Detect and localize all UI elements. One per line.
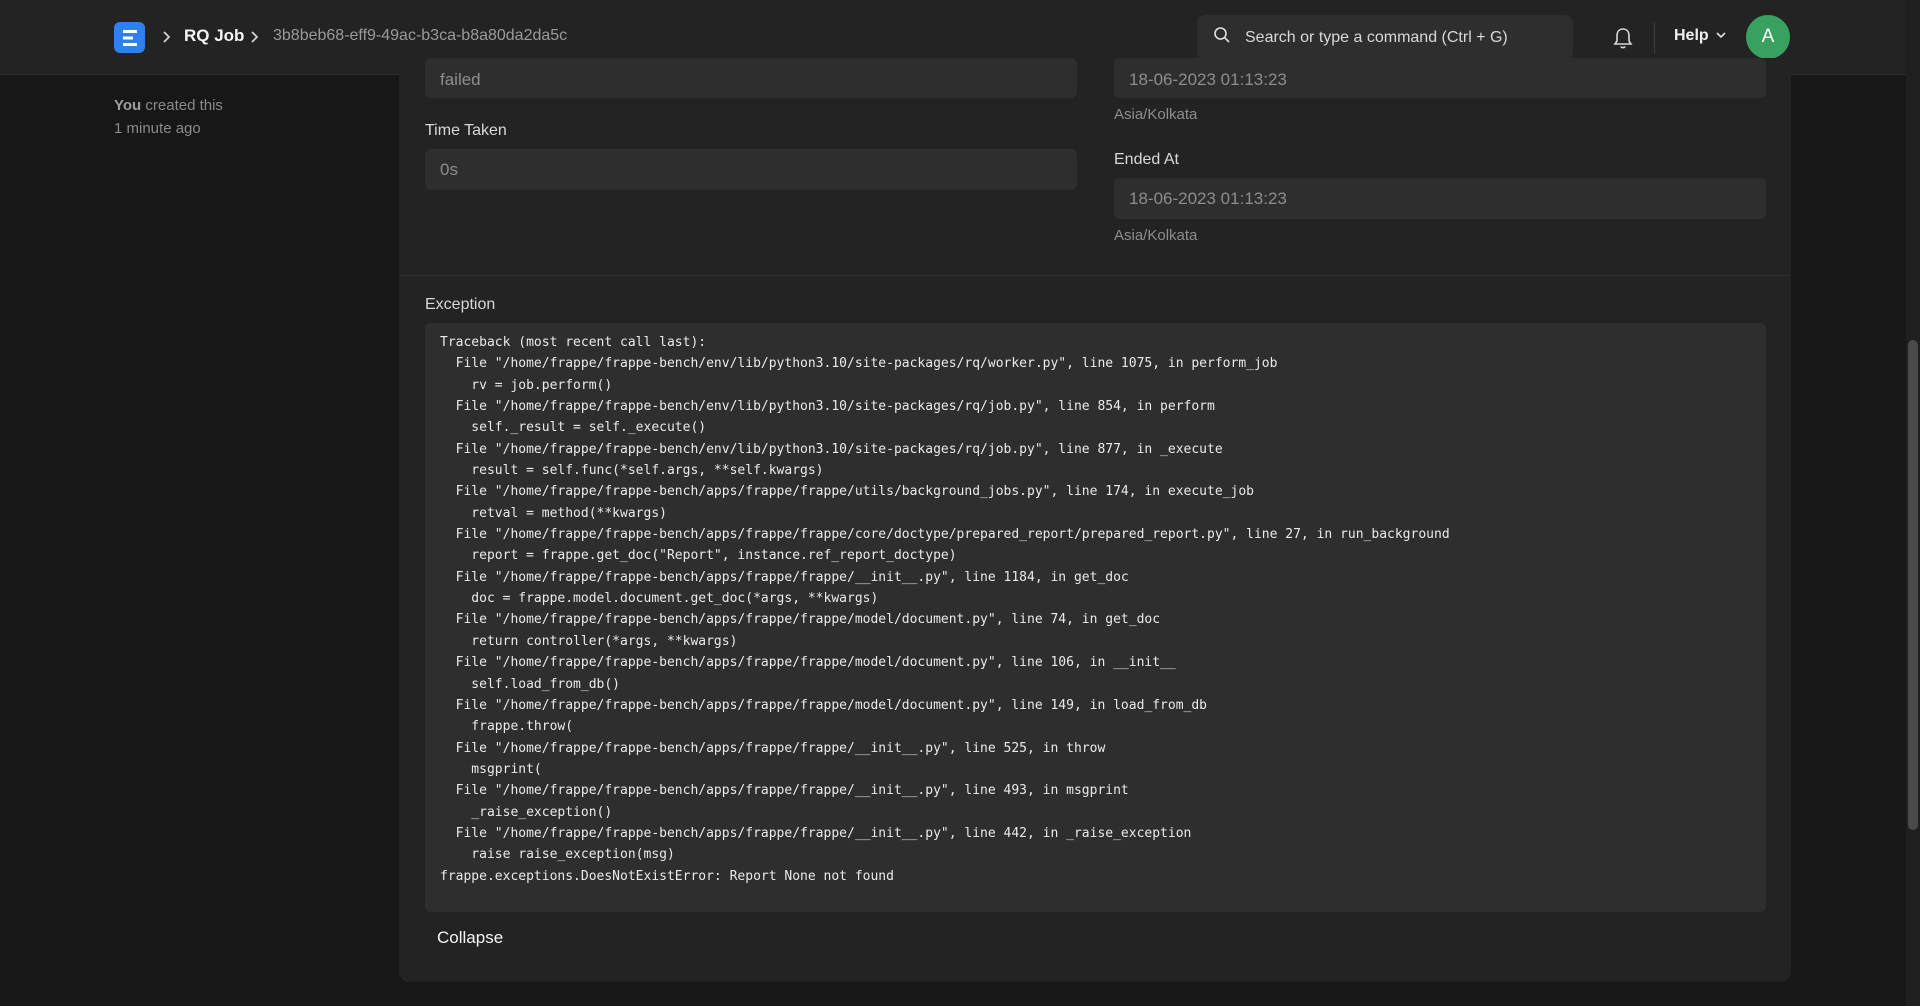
exception-label: Exception bbox=[425, 296, 496, 313]
chevron-down-icon bbox=[1715, 27, 1727, 45]
status-value: failed bbox=[440, 70, 481, 89]
created-time: 1 minute ago bbox=[114, 120, 201, 137]
ended-at-timezone: Asia/Kolkata bbox=[1114, 227, 1198, 244]
avatar-initial: A bbox=[1761, 26, 1775, 47]
logo-glyph bbox=[122, 29, 137, 46]
created-by-line: You created this bbox=[114, 94, 223, 117]
exception-traceback: Traceback (most recent call last): File … bbox=[440, 335, 1450, 884]
frappe-logo-icon[interactable] bbox=[114, 22, 145, 53]
ended-at-label: Ended At bbox=[1114, 151, 1179, 168]
breadcrumb-current: 3b8beb68-eff9-49ac-b3ca-b8a80da2da5c bbox=[273, 27, 568, 44]
chevron-right-icon bbox=[249, 27, 263, 47]
started-at-field[interactable]: 18-06-2023 01:13:23 bbox=[1114, 58, 1766, 98]
sidebar-created-info: You created this 1 minute ago bbox=[114, 94, 223, 140]
search-icon bbox=[1213, 26, 1231, 49]
help-label: Help bbox=[1674, 27, 1709, 44]
help-dropdown[interactable]: Help bbox=[1674, 27, 1727, 45]
avatar[interactable]: A bbox=[1746, 15, 1790, 59]
awesomebar-search[interactable] bbox=[1197, 15, 1573, 60]
started-at-value: 18-06-2023 01:13:23 bbox=[1129, 70, 1287, 89]
status-field[interactable]: failed bbox=[425, 58, 1077, 98]
exception-code-block[interactable]: Traceback (most recent call last): File … bbox=[425, 323, 1766, 912]
started-at-timezone: Asia/Kolkata bbox=[1114, 106, 1198, 123]
collapse-button[interactable]: Collapse bbox=[425, 922, 515, 954]
bell-icon[interactable] bbox=[1612, 26, 1634, 55]
ended-at-field[interactable]: 18-06-2023 01:13:23 bbox=[1114, 178, 1766, 219]
section-divider bbox=[400, 275, 1790, 276]
ended-at-value: 18-06-2023 01:13:23 bbox=[1129, 188, 1287, 208]
navbar-divider bbox=[1654, 22, 1655, 54]
chevron-right-icon bbox=[161, 27, 175, 47]
time-taken-label: Time Taken bbox=[425, 122, 507, 139]
time-taken-value: 0s bbox=[440, 159, 458, 179]
creator-name: You bbox=[114, 97, 142, 114]
page-scrollbar-thumb[interactable] bbox=[1908, 340, 1918, 830]
breadcrumb-doctype-link[interactable]: RQ Job bbox=[184, 26, 244, 46]
created-text: created this bbox=[145, 97, 223, 114]
time-taken-field[interactable]: 0s bbox=[425, 149, 1077, 190]
search-input[interactable] bbox=[1243, 27, 1543, 48]
